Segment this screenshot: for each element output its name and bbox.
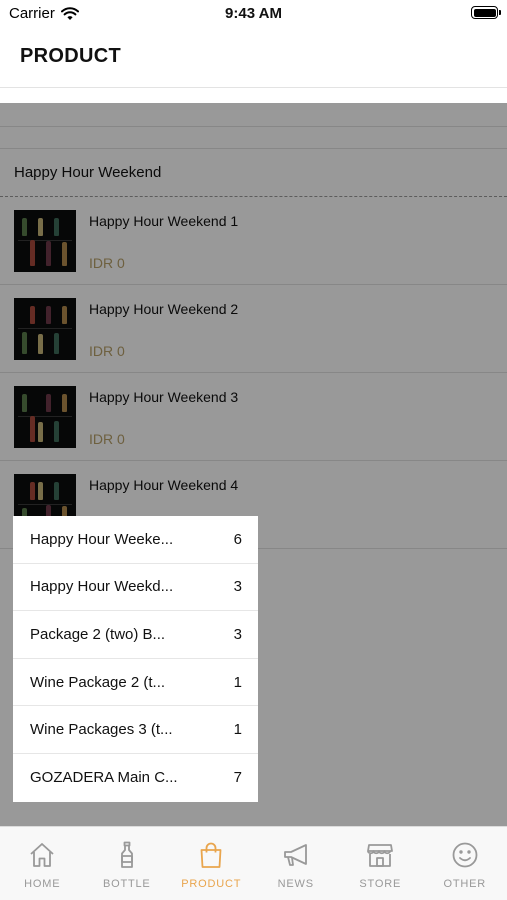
category-option[interactable]: Package 2 (two) B... 3 [13, 611, 258, 659]
category-label: Happy Hour Weeke... [30, 530, 174, 548]
status-bar: Carrier 9:43 AM [0, 0, 507, 28]
page-title: PRODUCT [20, 45, 121, 67]
category-label: Wine Package 2 (t... [30, 673, 166, 691]
megaphone-icon [281, 840, 311, 870]
category-label: Wine Packages 3 (t... [30, 721, 173, 739]
tab-label: NEWS [277, 878, 314, 890]
tab-product[interactable]: PRODUCT [169, 827, 254, 900]
tab-home[interactable]: HOME [0, 827, 85, 900]
tab-store[interactable]: STORE [338, 827, 423, 900]
category-count: 6 [233, 530, 242, 548]
category-option[interactable]: GOZADERA Main C... 7 [13, 754, 258, 802]
category-label: GOZADERA Main C... [30, 769, 178, 787]
smiley-icon [450, 840, 480, 870]
category-count: 1 [233, 673, 242, 691]
tab-label: BOTTLE [102, 878, 151, 890]
category-label: Package 2 (two) B... [30, 625, 166, 643]
category-count: 1 [233, 721, 242, 739]
tab-news[interactable]: NEWS [254, 827, 339, 900]
tab-label: OTHER [443, 878, 486, 890]
category-count: 7 [233, 769, 242, 787]
category-count: 3 [233, 625, 242, 643]
tab-label: STORE [359, 878, 402, 890]
nav-header: PRODUCT [0, 28, 507, 88]
category-option[interactable]: Wine Package 2 (t... 1 [13, 659, 258, 707]
category-label: Happy Hour Weekd... [30, 578, 174, 596]
bottle-icon [112, 840, 142, 870]
tab-label: HOME [24, 878, 61, 890]
store-icon [365, 840, 395, 870]
home-icon [27, 840, 57, 870]
category-popup: Happy Hour Weeke... 6 Happy Hour Weekd..… [13, 516, 258, 802]
category-option[interactable]: Wine Packages 3 (t... 1 [13, 706, 258, 754]
tab-bar: HOME BOTTLE PRODUCT NEWS STORE OTHER [0, 826, 507, 900]
clock: 9:43 AM [225, 5, 282, 22]
category-count: 3 [233, 578, 242, 596]
tab-bottle[interactable]: BOTTLE [85, 827, 170, 900]
shopping-bag-icon [196, 840, 226, 870]
battery-icon [471, 6, 501, 19]
category-option[interactable]: Happy Hour Weekd... 3 [13, 564, 258, 612]
tab-other[interactable]: OTHER [423, 827, 507, 900]
category-option[interactable]: Happy Hour Weeke... 6 [13, 516, 258, 564]
tab-label: PRODUCT [181, 878, 242, 890]
